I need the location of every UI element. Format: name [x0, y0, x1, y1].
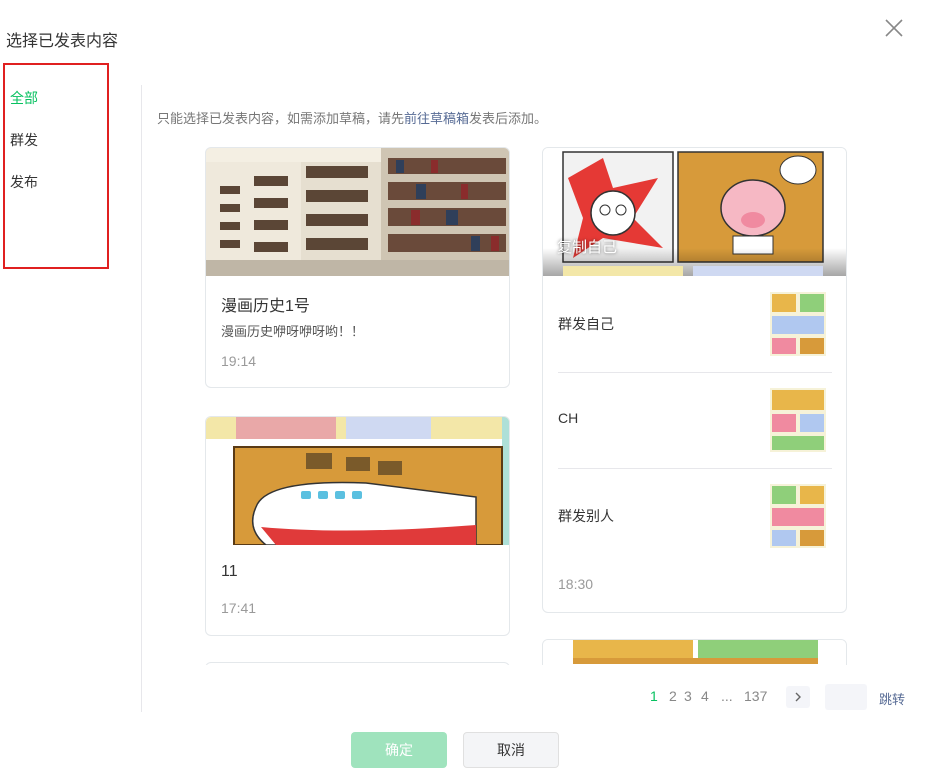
- dialog-title: 选择已发表内容: [6, 33, 119, 50]
- sidebar-item-mass-send[interactable]: 群发: [10, 130, 38, 150]
- cover-caption: 复制自己: [557, 239, 618, 256]
- article-time: 17:41: [221, 600, 257, 616]
- article-digest: 漫画历史咿呀咿呀哟！！: [221, 324, 365, 339]
- multi-article-card[interactable]: 复制自己 群发自己 CH 群发别人 18:30: [542, 147, 847, 613]
- article-list[interactable]: 漫画历史1号 漫画历史咿呀咿呀哟！！ 19:14 11 17:41 复制自己 群…: [200, 140, 860, 665]
- article-time: 19:14: [221, 353, 257, 369]
- page-4[interactable]: 4: [701, 688, 709, 704]
- sub-article-title: 群发别人: [558, 508, 614, 524]
- confirm-button[interactable]: 确定: [351, 732, 447, 768]
- comic-pig-image: 复制自己: [543, 148, 846, 276]
- page-jump-button[interactable]: 跳转: [879, 689, 905, 708]
- vertical-divider: [141, 85, 142, 712]
- article-time: 18:30: [558, 576, 594, 592]
- article-title: 11: [221, 563, 238, 580]
- category-sidebar: 全部 群发 发布: [3, 63, 109, 269]
- hint-text: 只能选择已发表内容，如需添加草稿，请先前往草稿箱发表后添加。: [157, 111, 548, 126]
- article-card[interactable]: [542, 639, 847, 665]
- article-card[interactable]: 漫画历史1号 漫画历史咿呀咿呀哟！！ 19:14: [205, 147, 510, 388]
- article-card[interactable]: 11 17:41: [205, 416, 510, 636]
- chevron-right-icon: [795, 692, 801, 702]
- page-3[interactable]: 3: [684, 688, 692, 704]
- cancel-button[interactable]: 取消: [463, 732, 559, 768]
- sub-article-thumbnail: [770, 484, 826, 548]
- sub-article-thumbnail: [770, 388, 826, 452]
- page-last[interactable]: 137: [744, 688, 767, 704]
- sidebar-item-all[interactable]: 全部: [10, 88, 38, 108]
- sidebar-item-publish[interactable]: 发布: [10, 172, 38, 192]
- page-1[interactable]: 1: [650, 688, 658, 704]
- drafts-link[interactable]: 前往草稿箱: [404, 111, 469, 126]
- library-bookshelves-photo: [206, 148, 509, 276]
- page-2[interactable]: 2: [669, 688, 677, 704]
- sub-article-title: CH: [558, 410, 579, 426]
- next-page-button[interactable]: [786, 686, 810, 708]
- sub-article-item[interactable]: CH: [558, 372, 832, 468]
- article-card[interactable]: [205, 662, 510, 665]
- close-icon[interactable]: [884, 18, 904, 38]
- sub-article-thumbnail: [770, 292, 826, 356]
- pagination: 1 2 3 4 ... 137 跳转: [640, 684, 910, 712]
- comic-airplane-image: [206, 417, 509, 545]
- sub-article-title: 群发自己: [558, 316, 614, 332]
- article-title: 漫画历史1号: [221, 298, 310, 315]
- sub-article-item[interactable]: 群发自己: [558, 276, 832, 372]
- page-ellipsis: ...: [721, 688, 733, 704]
- page-jump-input[interactable]: [825, 684, 867, 710]
- sub-article-item[interactable]: 群发别人: [558, 468, 832, 564]
